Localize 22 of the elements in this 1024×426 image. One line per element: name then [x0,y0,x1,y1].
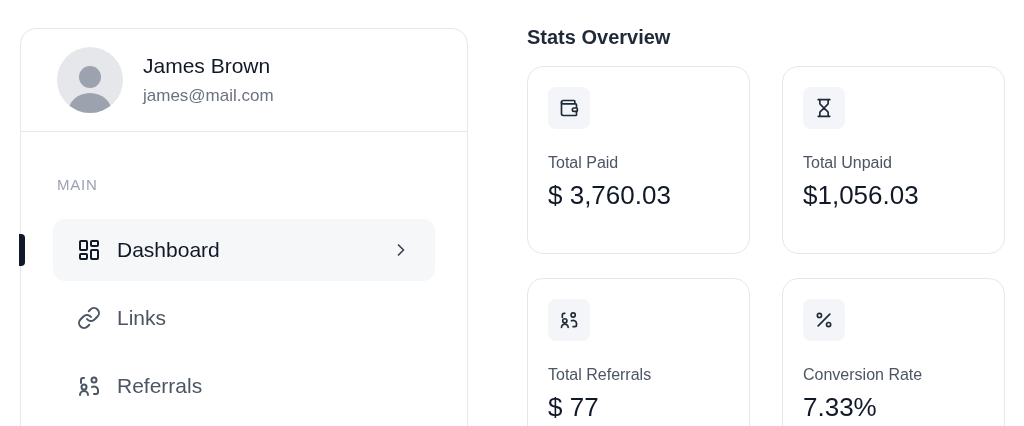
stat-label: Total Referrals [548,365,653,385]
stat-value: $ 77 [548,391,600,423]
stat-label: Conversion Rate [803,365,924,385]
hourglass-icon [814,98,834,118]
user-email: james@mail.com [143,86,274,106]
people-icon [559,310,579,330]
stat-value: $1,056.03 [803,179,920,211]
active-indicator [19,233,25,266]
user-name: James Brown [143,54,272,78]
section-title: Stats Overview [527,25,672,50]
stat-label: Total Paid [548,153,620,173]
stat-label: Total Unpaid [803,153,893,173]
wallet-icon [559,98,579,118]
nav-item[interactable]: Dashboard [53,218,435,281]
nav-item[interactable]: Referrals [53,354,435,417]
stat-value: 7.33% [803,391,878,423]
section-label: MAIN [56,175,99,195]
link-icon [77,305,101,330]
stat-value: $ 3,760.03 [548,179,672,211]
nav-item[interactable]: Links [53,286,435,349]
percent-icon [814,310,834,330]
grid-icon [77,237,101,262]
